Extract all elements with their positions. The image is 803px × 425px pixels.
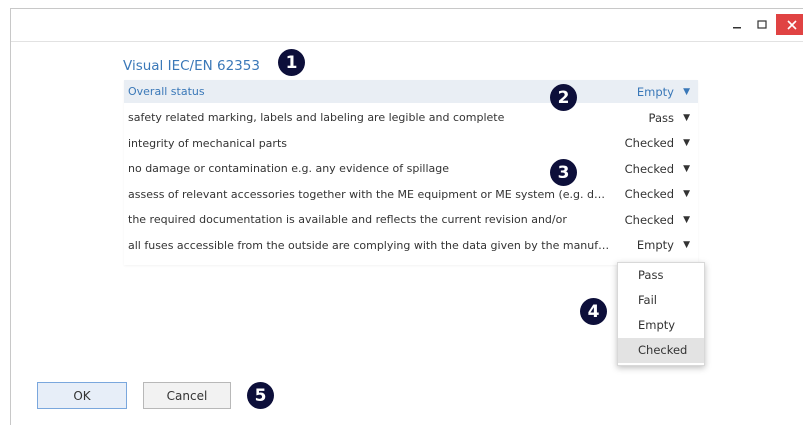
dropdown-option-checked[interactable]: Checked (618, 338, 704, 363)
row-status-select[interactable]: Checked (625, 136, 674, 150)
chevron-down-icon[interactable]: ▼ (683, 87, 690, 97)
checklist-table: Overall status Empty ▼ safety related ma… (124, 80, 698, 258)
close-icon[interactable] (776, 14, 803, 35)
row-status-select[interactable]: Checked (625, 162, 674, 176)
cancel-button[interactable]: Cancel (143, 382, 231, 409)
row-status-select[interactable]: Empty (637, 238, 674, 252)
callout-badge-3: 3 (550, 159, 577, 186)
row-status-select[interactable]: Pass (649, 111, 674, 125)
overall-status-value[interactable]: Empty (637, 85, 674, 99)
dropdown-option-empty[interactable]: Empty (618, 313, 704, 338)
minimize-icon[interactable] (726, 15, 748, 35)
table-row: assess of relevant accessories together … (124, 182, 698, 208)
row-label: safety related marking, labels and label… (128, 111, 505, 125)
row-label: assess of relevant accessories together … (128, 187, 610, 201)
chevron-down-icon[interactable]: ▼ (683, 113, 690, 123)
title-bar (11, 9, 803, 42)
row-status-select[interactable]: Checked (625, 187, 674, 201)
overall-status-row: Overall status Empty ▼ (124, 80, 698, 103)
table-row: all fuses accessible from the outside ar… (124, 233, 698, 259)
table-row: no damage or contamination e.g. any evid… (124, 156, 698, 182)
table-row: the required documentation is available … (124, 207, 698, 233)
chevron-down-icon[interactable]: ▼ (683, 189, 690, 199)
status-dropdown-menu: Pass Fail Empty Checked (617, 262, 705, 366)
dropdown-option-pass[interactable]: Pass (618, 263, 704, 288)
row-label: no damage or contamination e.g. any evid… (128, 162, 450, 176)
chevron-down-icon[interactable]: ▼ (683, 215, 690, 225)
ok-button[interactable]: OK (37, 382, 127, 409)
table-row: safety related marking, labels and label… (124, 105, 698, 131)
chevron-down-icon[interactable]: ▼ (683, 138, 690, 148)
chevron-down-icon[interactable]: ▼ (683, 240, 690, 250)
row-label: all fuses accessible from the outside ar… (128, 238, 610, 252)
row-label: the required documentation is available … (128, 213, 567, 227)
row-label: integrity of mechanical parts (128, 136, 287, 150)
overall-status-label: Overall status (128, 85, 205, 98)
callout-badge-4: 4 (580, 298, 607, 325)
row-status-select[interactable]: Checked (625, 213, 674, 227)
chevron-down-icon[interactable]: ▼ (683, 164, 690, 174)
callout-badge-5: 5 (247, 382, 274, 409)
table-row: integrity of mechanical parts Checked ▼ (124, 131, 698, 157)
section-title: Visual IEC/EN 62353 (123, 58, 260, 74)
dropdown-option-fail[interactable]: Fail (618, 288, 704, 313)
maximize-icon[interactable] (751, 15, 773, 35)
callout-badge-2: 2 (550, 84, 577, 111)
callout-badge-1: 1 (278, 49, 305, 76)
